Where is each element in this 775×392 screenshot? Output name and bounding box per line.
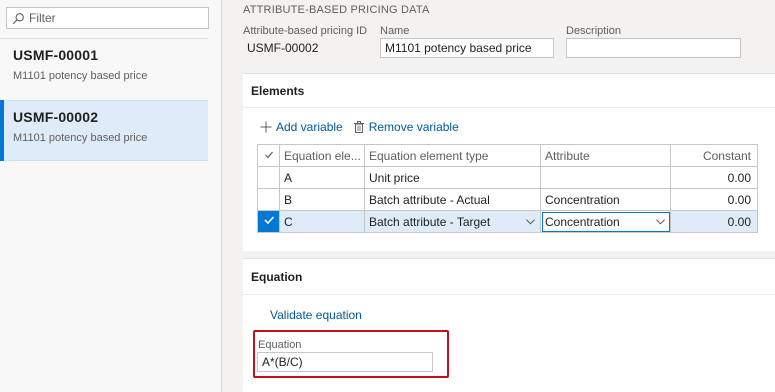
equation-section: Equation Validate equation Equation: [243, 258, 775, 392]
checkmark-icon: [264, 151, 273, 158]
cell-type[interactable]: Batch attribute - Actual: [364, 188, 541, 211]
column-header-attribute[interactable]: Attribute: [540, 144, 671, 167]
cell-attribute[interactable]: [540, 166, 671, 189]
table-row-selected[interactable]: C Batch attribute - Target Concentration: [257, 210, 758, 233]
elements-section: Elements Add variable Remove variable Eq…: [243, 73, 775, 251]
equation-input[interactable]: [257, 352, 433, 372]
cell-attribute[interactable]: Concentration: [540, 188, 671, 211]
pricing-id-value: USMF-00002: [243, 38, 327, 58]
select-all-checkbox[interactable]: [257, 144, 280, 167]
chevron-down-icon[interactable]: [655, 216, 666, 227]
cell-attribute-dropdown[interactable]: Concentration: [540, 210, 671, 233]
description-input[interactable]: [566, 38, 741, 58]
validate-equation-link[interactable]: Validate equation: [270, 308, 362, 322]
cell-constant[interactable]: 0.00: [670, 210, 758, 233]
equation-field-label: Equation: [258, 339, 302, 351]
filter-box[interactable]: [6, 7, 209, 29]
equation-header[interactable]: Equation: [243, 259, 775, 295]
row-checkbox[interactable]: [257, 166, 280, 189]
name-label: Name: [380, 25, 410, 37]
row-checkbox-checked[interactable]: [257, 210, 280, 233]
elements-toolbar: Add variable Remove variable: [260, 120, 459, 134]
cell-constant[interactable]: 0.00: [670, 188, 758, 211]
cell-element[interactable]: C: [279, 210, 365, 233]
column-header-constant[interactable]: Constant: [670, 144, 758, 167]
record-id: USMF-00002: [13, 109, 99, 125]
id-label: Attribute-based pricing ID: [243, 25, 368, 37]
record-id: USMF-00001: [13, 47, 99, 63]
details-pane: ATTRIBUTE-BASED PRICING DATA Attribute-b…: [223, 0, 775, 392]
cell-attribute-value: Concentration: [545, 214, 620, 229]
table-row[interactable]: A Unit price 0.00: [257, 166, 758, 189]
section-title: ATTRIBUTE-BASED PRICING DATA: [243, 4, 430, 16]
add-variable-button[interactable]: Add variable: [260, 120, 343, 134]
grid-header-row: Equation ele... Equation element type At…: [257, 144, 758, 167]
name-input[interactable]: [380, 38, 554, 58]
cell-constant[interactable]: 0.00: [670, 166, 758, 189]
remove-variable-button[interactable]: Remove variable: [353, 120, 459, 134]
remove-variable-label: Remove variable: [368, 120, 459, 134]
elements-header[interactable]: Elements: [243, 74, 775, 108]
filter-input[interactable]: [29, 11, 199, 25]
trash-icon: [353, 121, 364, 133]
search-icon: [12, 12, 24, 24]
cell-type-dropdown[interactable]: Batch attribute - Target: [364, 210, 541, 233]
cell-type[interactable]: Unit price: [364, 166, 541, 189]
list-item[interactable]: USMF-00001 M1101 potency based price: [0, 39, 208, 100]
description-label: Description: [566, 25, 622, 37]
column-header-element[interactable]: Equation ele...: [279, 144, 365, 167]
elements-grid: Equation ele... Equation element type At…: [257, 144, 758, 233]
column-header-type[interactable]: Equation element type: [364, 144, 541, 167]
cell-type-value: Batch attribute - Target: [369, 214, 491, 229]
list-item-selected[interactable]: USMF-00002 M1101 potency based price: [0, 100, 208, 161]
record-description: M1101 potency based price: [13, 70, 148, 82]
checkmark-icon: [263, 216, 274, 225]
add-variable-label: Add variable: [276, 120, 343, 134]
table-row[interactable]: B Batch attribute - Actual Concentration…: [257, 188, 758, 211]
plus-icon: [260, 121, 272, 133]
chevron-down-icon[interactable]: [525, 216, 536, 227]
record-list-pane: USMF-00001 M1101 potency based price USM…: [0, 0, 222, 392]
cell-element[interactable]: B: [279, 188, 365, 211]
row-checkbox[interactable]: [257, 188, 280, 211]
cell-element[interactable]: A: [279, 166, 365, 189]
record-description: M1101 potency based price: [13, 132, 148, 144]
